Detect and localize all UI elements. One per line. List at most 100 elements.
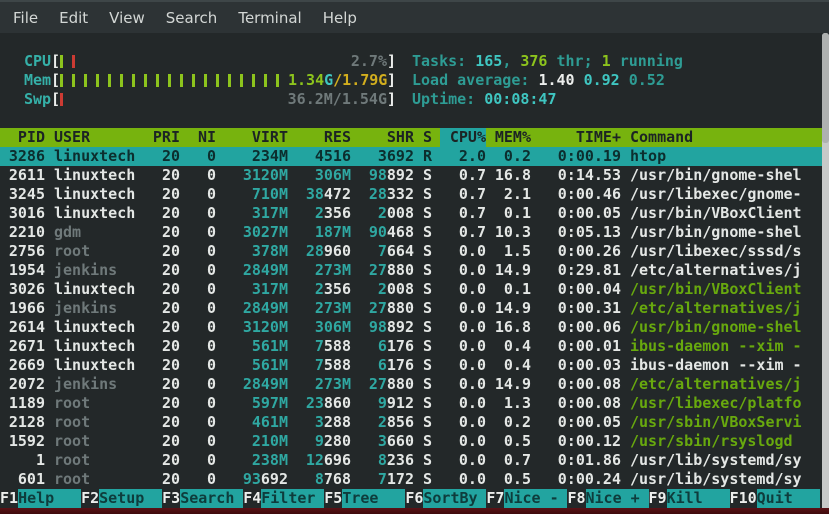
meter-tick-green xyxy=(144,74,147,87)
uptime: Uptime: 00:08:47 xyxy=(412,90,557,108)
fkey-label: Kill xyxy=(666,489,730,508)
sort-column-highlight: CPU% xyxy=(439,128,486,147)
fkey-nice-[interactable]: F7 Nice - xyxy=(486,489,568,508)
fkey-number: F5 xyxy=(324,489,343,507)
meter-label: Mem xyxy=(24,71,52,89)
menu-item-view[interactable]: View xyxy=(106,7,148,29)
process-row[interactable]: 2669 linuxtech 20 0 561M 7588 6176 S 0.0… xyxy=(0,356,822,375)
meter-tick-green xyxy=(84,74,87,87)
meter-tick-green xyxy=(264,74,267,87)
menu-bar: File Edit View Search Terminal Help xyxy=(0,0,829,33)
process-row[interactable]: 601 root 20 0 93692 8768 7172 S 0.0 0.5 … xyxy=(0,470,822,489)
meter-tick-green xyxy=(132,74,135,87)
meter-tick-green xyxy=(192,74,195,87)
process-row[interactable]: 1966 jenkins 20 0 2849M 273M 27880 S 0.0… xyxy=(0,299,822,318)
meter-tick-green xyxy=(216,74,219,87)
fkey-filter[interactable]: F4 Filter xyxy=(243,489,325,508)
process-row[interactable]: 3286 linuxtech 20 0 234M 4516 3692 R 2.0… xyxy=(0,147,822,166)
column-header-command[interactable]: Command xyxy=(630,128,822,147)
column-header-pid[interactable]: PID xyxy=(0,128,45,147)
meter-tick-green xyxy=(96,74,99,87)
process-row[interactable]: 1954 jenkins 20 0 2849M 273M 27880 S 0.0… xyxy=(0,261,822,280)
column-header-virt[interactable]: VIRT xyxy=(216,128,288,147)
column-header-pri[interactable]: PRI xyxy=(144,128,180,147)
cpu-meter: CPU[2.7%] xyxy=(24,52,396,71)
fkey-number: F4 xyxy=(243,489,262,507)
fkey-nice+[interactable]: F8 Nice + xyxy=(567,489,649,508)
swp-meter: Swp[36.2M/1.54G] xyxy=(24,90,396,109)
column-header-cpu[interactable]: CPU% xyxy=(432,128,486,147)
meter-bar xyxy=(60,74,288,87)
fkey-label: Nice - xyxy=(504,489,568,508)
menu-item-search[interactable]: Search xyxy=(163,7,221,29)
fkey-label: SortBy xyxy=(423,489,487,508)
meter-bar xyxy=(60,55,84,68)
process-row[interactable]: 2210 gdm 20 0 3027M 187M 90468 S 0.7 10.… xyxy=(0,223,822,242)
meter-tick-green xyxy=(252,74,255,87)
process-row[interactable]: 2671 linuxtech 20 0 561M 7588 6176 S 0.0… xyxy=(0,337,822,356)
fkey-number: F8 xyxy=(567,489,586,507)
meter-bracket-close: ] xyxy=(387,52,397,70)
menu-item-edit[interactable]: Edit xyxy=(56,7,91,29)
column-header-mem[interactable]: MEM% xyxy=(486,128,531,147)
process-list: 3286 linuxtech 20 0 234M 4516 3692 R 2.0… xyxy=(0,147,822,489)
tasks-summary: Tasks: 165, 376 thr; 1 running xyxy=(412,52,683,70)
meter-tick-green xyxy=(276,74,279,87)
menu-item-help[interactable]: Help xyxy=(320,7,360,29)
fkey-number: F7 xyxy=(486,489,505,507)
meter-tick-green xyxy=(168,74,171,87)
column-header-ni[interactable]: NI xyxy=(180,128,216,147)
window-bottom-edge xyxy=(0,508,829,514)
process-row[interactable]: 2128 root 20 0 461M 3288 2856 S 0.0 0.2 … xyxy=(0,413,822,432)
fkey-help[interactable]: F1 Help xyxy=(0,489,82,508)
column-header-time[interactable]: TIME+ xyxy=(531,128,621,147)
meter-tick-green xyxy=(72,74,75,87)
scrollbar-thumb[interactable] xyxy=(822,33,829,143)
column-header-user[interactable]: USER xyxy=(54,128,144,147)
fkey-sortby[interactable]: F6 SortBy xyxy=(405,489,487,508)
fkey-search[interactable]: F3 Search xyxy=(162,489,244,508)
column-header-state[interactable]: S xyxy=(414,128,432,147)
meter-tick-green xyxy=(240,74,243,87)
meter-tick-green xyxy=(60,55,63,68)
process-row[interactable]: 1 root 20 0 238M 12696 8236 S 0.0 0.7 0:… xyxy=(0,451,822,470)
column-header-shr[interactable]: SHR xyxy=(351,128,414,147)
menu-item-file[interactable]: File xyxy=(10,7,41,29)
menu-item-terminal[interactable]: Terminal xyxy=(235,7,304,29)
scrollbar[interactable] xyxy=(822,33,829,508)
meter-bar xyxy=(60,93,72,106)
process-row[interactable]: 1189 root 20 0 597M 23860 9912 S 0.0 1.3… xyxy=(0,394,822,413)
htop-screen: CPU[2.7%] Tasks: 165, 376 thr; 1 running… xyxy=(0,33,822,508)
process-row[interactable]: 3016 linuxtech 20 0 317M 2356 2008 S 0.7… xyxy=(0,204,822,223)
process-row[interactable]: 2611 linuxtech 20 0 3120M 306M 98892 S 0… xyxy=(0,166,822,185)
fkey-quit[interactable]: F10 Quit xyxy=(730,489,820,508)
mem-meter: Mem[1.34G/1.79G] xyxy=(24,71,396,90)
fkey-setup[interactable]: F2 Setup xyxy=(81,489,163,508)
process-row[interactable]: 1592 root 20 0 210M 9280 3660 S 0.0 0.5 … xyxy=(0,432,822,451)
fkey-kill[interactable]: F9 Kill xyxy=(649,489,730,508)
meter-tick-green xyxy=(228,74,231,87)
meter-label: CPU xyxy=(24,52,52,70)
process-row[interactable]: 2614 linuxtech 20 0 3120M 306M 98892 S 0… xyxy=(0,318,822,337)
fkey-number: F6 xyxy=(405,489,424,507)
fkey-label: Tree xyxy=(342,489,406,508)
meter-tick-red xyxy=(60,93,63,106)
meter-bracket-close: ] xyxy=(387,90,397,108)
column-header-res[interactable]: RES xyxy=(288,128,351,147)
fkey-label: Help xyxy=(18,489,82,508)
process-row[interactable]: 2072 jenkins 20 0 2849M 273M 27880 S 0.0… xyxy=(0,375,822,394)
fkey-label: Filter xyxy=(261,489,325,508)
process-row[interactable]: 2756 root 20 0 378M 28960 7664 S 0.0 1.5… xyxy=(0,242,822,261)
process-row[interactable]: 3026 linuxtech 20 0 317M 2356 2008 S 0.0… xyxy=(0,280,822,299)
fkey-label: Setup xyxy=(99,489,163,508)
process-row[interactable]: 3245 linuxtech 20 0 710M 38472 28332 S 0… xyxy=(0,185,822,204)
meter-bracket-open: [ xyxy=(51,52,61,70)
meter-tick-green xyxy=(180,74,183,87)
meter-tick-red xyxy=(72,55,75,68)
fkey-number: F1 xyxy=(0,489,19,507)
fkey-tree[interactable]: F5 Tree xyxy=(324,489,406,508)
meter-tick-green xyxy=(108,74,111,87)
meter-text: 2.7% xyxy=(350,52,387,70)
htop-header-block: CPU[2.7%] Tasks: 165, 376 thr; 1 running… xyxy=(0,52,822,109)
fkey-number: F3 xyxy=(162,489,181,507)
